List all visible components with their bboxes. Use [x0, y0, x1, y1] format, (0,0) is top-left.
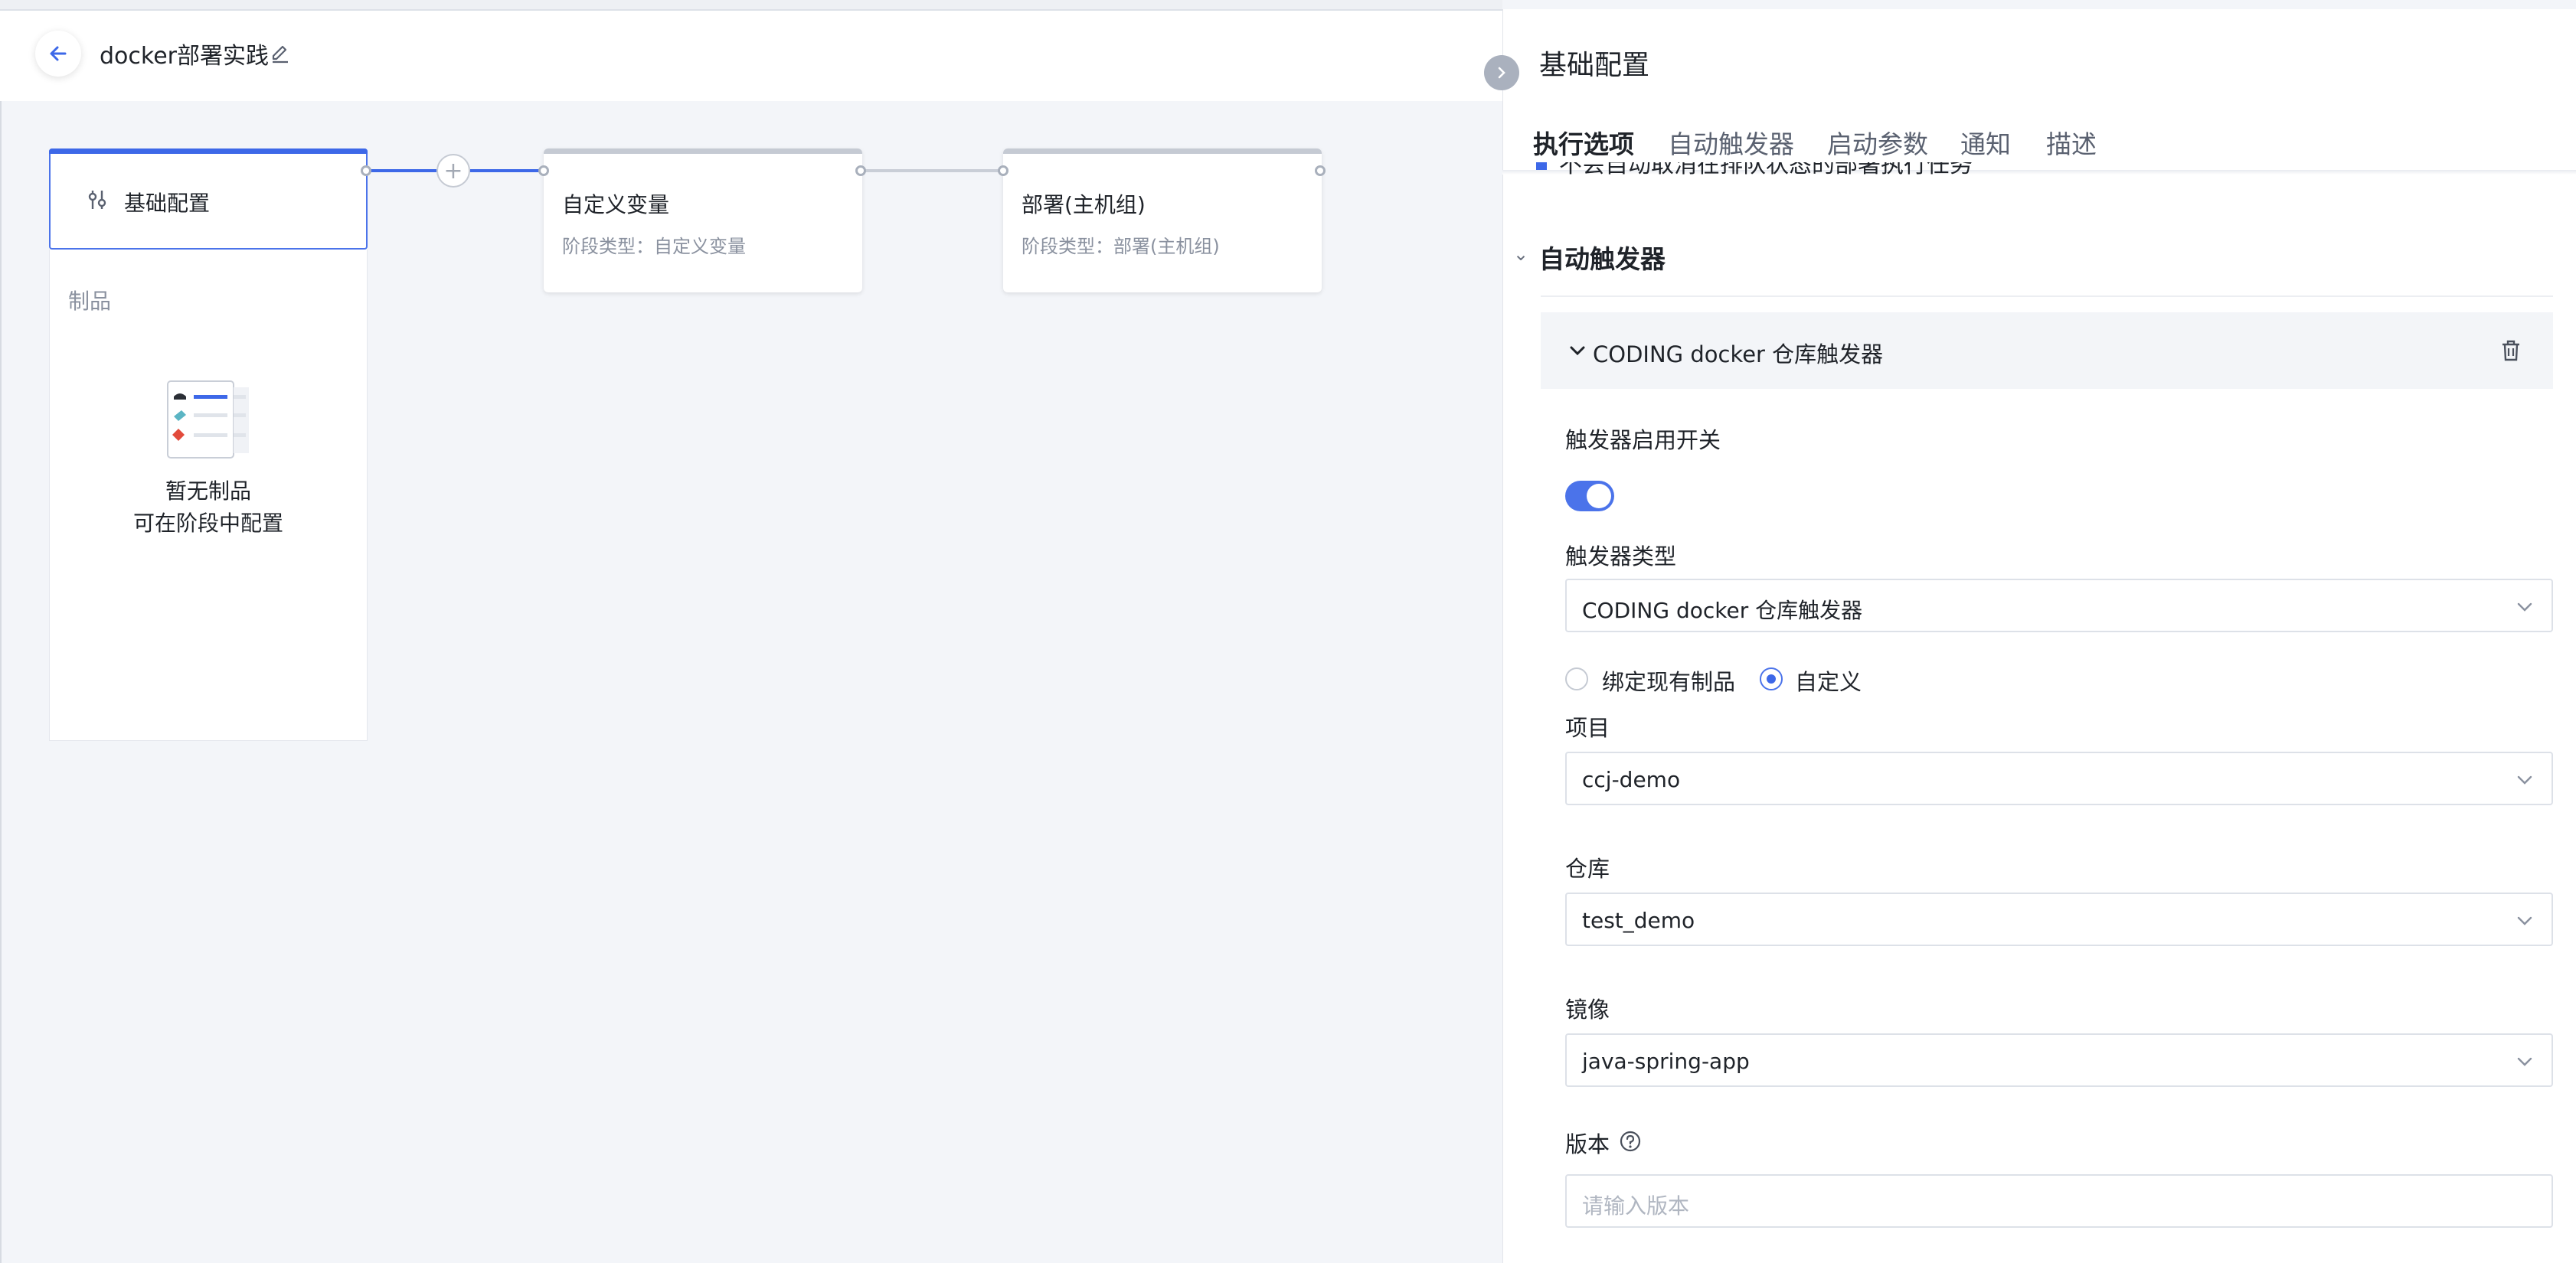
trigger-enable-toggle[interactable]	[1565, 481, 1614, 511]
page-title: docker部署实践	[100, 43, 269, 70]
tab-notify[interactable]: 通知	[1960, 124, 2011, 161]
sliders-icon	[88, 191, 106, 209]
connector-dot	[538, 165, 549, 176]
stage-name: 部署(主机组)	[1022, 192, 1146, 217]
radio-label: 绑定现有制品	[1602, 669, 1736, 695]
repo-select[interactable]: test_demo	[1565, 893, 2553, 946]
connector-line	[470, 169, 544, 172]
connector-dot	[361, 165, 371, 176]
add-stage-button[interactable]: +	[436, 154, 470, 188]
radio-label: 自定义	[1795, 669, 1862, 695]
repo-value: test_demo	[1582, 908, 1695, 933]
radio-custom[interactable]	[1760, 667, 1783, 690]
tab-auto-trigger[interactable]: 自动触发器	[1668, 124, 1794, 161]
stage-subtitle: 阶段类型：自定义变量	[562, 236, 746, 257]
scrolled-option-text: 不会自动取消在排队状态的部署执行任务	[1559, 162, 1973, 178]
section-divider	[1541, 295, 2553, 297]
empty-title: 暂无制品	[165, 478, 251, 504]
empty-artifacts-icon	[167, 380, 249, 459]
connector-line	[368, 169, 436, 172]
stage-subtitle: 阶段类型：部署(主机组)	[1022, 236, 1220, 257]
trigger-enable-label: 触发器启用开关	[1565, 427, 1721, 453]
project-value: ccj-demo	[1582, 767, 1681, 792]
section-title: 自动触发器	[1539, 244, 1666, 274]
connector-dot	[855, 165, 866, 176]
tab-description[interactable]: 描述	[2046, 124, 2097, 161]
radio-bind-existing[interactable]	[1565, 667, 1588, 690]
version-input[interactable]: 请输入版本	[1565, 1174, 2553, 1228]
image-label: 镜像	[1565, 997, 1610, 1023]
connector-line	[861, 169, 1003, 172]
back-button[interactable]	[35, 31, 81, 77]
connector-dot	[998, 165, 1008, 176]
trigger-type-label: 触发器类型	[1565, 543, 1677, 569]
chevron-down-icon	[2517, 1057, 2532, 1066]
artifacts-label: 制品	[68, 289, 112, 314]
trigger-type-select[interactable]: CODING docker 仓库触发器	[1565, 579, 2553, 632]
stage-name: 基础配置	[124, 191, 211, 216]
connector-dot	[1315, 165, 1326, 176]
project-label: 项目	[1565, 715, 1610, 741]
chevron-right-icon	[1498, 67, 1505, 79]
stage-card-basic-config[interactable]: 基础配置	[49, 148, 368, 250]
chevron-down-icon	[2517, 602, 2532, 612]
chevron-down-icon	[2517, 916, 2532, 925]
trigger-header-title: CODING docker 仓库触发器	[1593, 341, 1884, 367]
image-select[interactable]: java-spring-app	[1565, 1033, 2553, 1087]
chevron-down-icon[interactable]	[1567, 340, 1588, 361]
trigger-header[interactable]: CODING docker 仓库触发器	[1541, 312, 2553, 389]
top-strip	[0, 0, 1502, 11]
artifacts-panel: 制品 暂无制品 可在阶段中配置	[49, 250, 368, 741]
project-select[interactable]: ccj-demo	[1565, 752, 2553, 805]
edit-icon[interactable]	[270, 43, 291, 64]
scrolled-option: 不会自动取消在排队状态的部署执行任务	[1536, 162, 2011, 179]
panel-title: 基础配置	[1539, 50, 1650, 81]
repo-label: 仓库	[1565, 856, 1610, 882]
trash-icon[interactable]	[2499, 338, 2522, 363]
empty-hint: 可在阶段中配置	[132, 511, 283, 536]
help-icon[interactable]	[1619, 1130, 1642, 1153]
version-label: 版本	[1565, 1131, 1610, 1157]
stage-card-custom-vars[interactable]: 自定义变量 阶段类型：自定义变量	[544, 148, 862, 292]
chevron-down-icon[interactable]: ⌄	[1513, 243, 1528, 265]
tab-execution-options[interactable]: 执行选项	[1533, 124, 1634, 161]
canvas-edge	[0, 101, 2, 1263]
stage-name: 自定义变量	[562, 192, 670, 217]
trigger-type-value: CODING docker 仓库触发器	[1582, 598, 1863, 623]
version-placeholder: 请输入版本	[1582, 1193, 1690, 1219]
stage-card-deploy[interactable]: 部署(主机组) 阶段类型：部署(主机组)	[1003, 148, 1322, 292]
collapse-panel-button[interactable]	[1484, 55, 1519, 90]
image-value: java-spring-app	[1582, 1049, 1750, 1074]
chevron-down-icon	[2517, 775, 2532, 785]
arrow-left-icon	[50, 46, 67, 61]
tab-launch-params[interactable]: 启动参数	[1827, 124, 1928, 161]
